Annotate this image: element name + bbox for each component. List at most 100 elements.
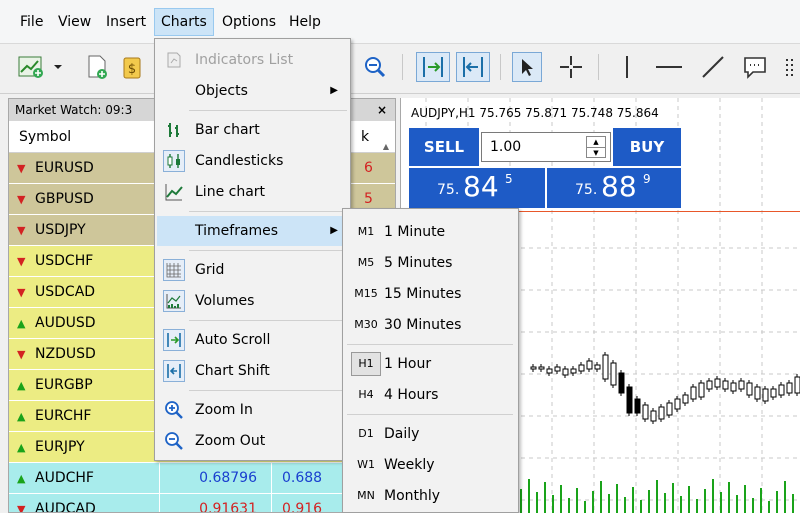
timeframe-m15[interactable]: M15 15 Minutes	[345, 279, 516, 309]
horizontal-line-tool-button[interactable]	[654, 52, 684, 82]
candlesticks-icon	[163, 150, 185, 172]
menu-label: Auto Scroll	[195, 332, 271, 348]
more-tools-button[interactable]	[780, 52, 800, 82]
timeframe-label: 1 Hour	[384, 356, 432, 372]
cursor-tool-button[interactable]	[512, 52, 542, 82]
market-watch-row[interactable]: ▲ AUDCHF 0.68796 0.688	[9, 463, 395, 494]
arrow-down-icon: ▼	[17, 193, 26, 206]
arrow-down-icon: ▼	[17, 503, 26, 513]
bid-cell: 0.68796	[159, 463, 269, 494]
lot-stepper[interactable]: ▲ ▼	[586, 136, 606, 158]
menu-item-bar-chart[interactable]: Bar chart	[157, 115, 348, 145]
symbol-name: EURGBP	[35, 377, 93, 393]
menu-item-timeframes[interactable]: Timeframes ▶	[157, 216, 348, 246]
cursor-icon	[522, 59, 533, 76]
sell-button[interactable]: SELL	[409, 128, 479, 166]
menu-item-indicators-list[interactable]: Indicators List	[157, 45, 348, 75]
vertical-line-tool-button[interactable]	[612, 52, 642, 82]
timeframe-h4[interactable]: H4 4 Hours	[345, 380, 516, 410]
trendline-tool-button[interactable]	[698, 52, 728, 82]
arrow-down-icon: ▼	[17, 162, 26, 175]
symbol-name: USDJPY	[35, 222, 86, 238]
stepper-down-icon[interactable]: ▼	[587, 147, 605, 157]
menu-item-line-chart[interactable]: Line chart	[157, 177, 348, 207]
menu-item-volumes[interactable]: Volumes	[157, 286, 348, 316]
menu-help[interactable]: Help	[283, 8, 327, 36]
horizontal-line-icon	[656, 66, 682, 68]
trendline-icon	[702, 56, 724, 78]
timeframe-m1[interactable]: M1 1 Minute	[345, 217, 516, 247]
auto-scroll-icon	[423, 57, 443, 77]
menu-item-objects[interactable]: Objects ▶	[157, 76, 348, 106]
column-symbol[interactable]: Symbol	[19, 121, 71, 153]
market-watch-button[interactable]: $	[118, 52, 148, 82]
timeframe-m5[interactable]: M5 5 Minutes	[345, 248, 516, 278]
timeframe-h1[interactable]: H1 1 Hour	[345, 349, 516, 379]
arrow-down-icon: ▼	[17, 286, 26, 299]
market-watch-row[interactable]: ▼ AUDCAD 0.91631 0.916	[9, 494, 395, 513]
menu-options[interactable]: Options	[216, 8, 282, 36]
timeframe-m30[interactable]: M30 30 Minutes	[345, 310, 516, 340]
auto-scroll-icon	[163, 329, 185, 351]
symbol-name: USDCAD	[35, 284, 96, 300]
charts-menu: Indicators List Objects ▶ Bar chart Cand…	[154, 38, 351, 461]
timeframe-code: W1	[357, 458, 375, 471]
symbol-name: AUDCAD	[35, 501, 96, 513]
arrow-up-icon: ▲	[17, 317, 26, 330]
sell-price[interactable]: 75. 84 5	[409, 168, 545, 208]
comment-icon	[744, 57, 766, 79]
buy-price-prefix: 75.	[575, 182, 598, 198]
buy-button[interactable]: BUY	[613, 128, 681, 166]
buy-price[interactable]: 75. 88 9	[547, 168, 681, 208]
profiles-button[interactable]	[82, 52, 112, 82]
menu-item-candlesticks[interactable]: Candlesticks	[157, 146, 348, 176]
menu-item-zoom-in[interactable]: Zoom In	[157, 395, 348, 425]
arrow-up-icon: ▲	[17, 379, 26, 392]
menu-separator	[189, 211, 347, 212]
chart-shift-icon	[463, 57, 483, 77]
lot-size-input[interactable]: 1.00 ▲ ▼	[481, 132, 611, 162]
chart-shift-toolbar-button[interactable]	[456, 52, 490, 82]
timeframe-mn[interactable]: MN Monthly	[345, 481, 516, 511]
symbol-cell: ▼ EURUSD	[17, 153, 94, 184]
symbol-name: EURJPY	[35, 439, 85, 455]
menu-charts[interactable]: Charts	[154, 8, 214, 36]
menu-label: Objects	[195, 83, 248, 99]
column-ask[interactable]: k	[361, 121, 369, 153]
candle-body	[618, 372, 625, 394]
close-icon[interactable]: ×	[377, 99, 387, 121]
candle-body	[674, 398, 681, 410]
buy-price-big: 88	[601, 170, 637, 203]
menu-item-auto-scroll[interactable]: Auto Scroll	[157, 325, 348, 355]
candle-body	[530, 366, 537, 370]
menu-file[interactable]: File	[14, 8, 49, 36]
zoom-out-toolbar-button[interactable]	[360, 52, 390, 82]
bar-chart-icon	[163, 119, 185, 141]
candle-body	[562, 368, 569, 376]
symbol-name: USDCHF	[35, 253, 94, 269]
menu-separator	[189, 390, 347, 391]
menu-separator	[347, 344, 513, 345]
stepper-up-icon[interactable]: ▲	[587, 137, 605, 147]
auto-scroll-toolbar-button[interactable]	[416, 52, 450, 82]
timeframe-label: 1 Minute	[384, 224, 446, 240]
menu-item-grid[interactable]: Grid	[157, 255, 348, 285]
menu-view[interactable]: View	[52, 8, 97, 36]
new-chart-button[interactable]	[14, 52, 66, 82]
toolbar-separator	[402, 54, 403, 80]
menu-item-zoom-out[interactable]: Zoom Out	[157, 426, 348, 456]
timeframe-w1[interactable]: W1 Weekly	[345, 450, 516, 480]
timeframe-label: 15 Minutes	[384, 286, 462, 302]
crosshair-tool-button[interactable]	[556, 52, 586, 82]
candle-body	[698, 382, 705, 398]
menu-item-chart-shift[interactable]: Chart Shift	[157, 356, 348, 386]
timeframe-code: MN	[357, 489, 375, 502]
text-tool-button[interactable]	[740, 52, 770, 82]
menu-insert[interactable]: Insert	[100, 8, 152, 36]
line-chart-icon	[163, 181, 185, 203]
menu-label: Candlesticks	[195, 153, 284, 169]
timeframe-code: M15	[354, 287, 378, 300]
timeframe-code: D1	[358, 427, 374, 440]
timeframe-d1[interactable]: D1 Daily	[345, 419, 516, 449]
candle-body	[722, 380, 729, 390]
